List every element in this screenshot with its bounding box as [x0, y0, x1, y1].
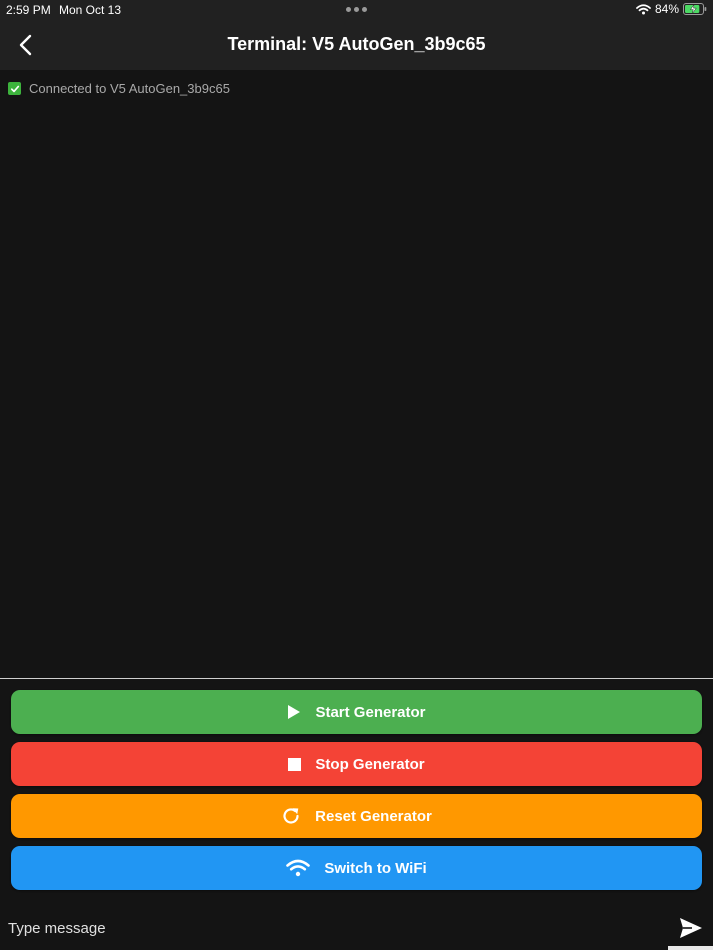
refresh-icon: [283, 808, 299, 824]
send-icon: [680, 918, 702, 938]
log-line-text: Connected to V5 AutoGen_3b9c65: [29, 81, 230, 96]
stop-generator-button[interactable]: Stop Generator: [11, 742, 702, 786]
status-bar: 2:59 PM Mon Oct 13 84%: [0, 0, 713, 20]
check-mark-icon: [8, 82, 21, 95]
wifi-icon: [286, 859, 311, 877]
message-input-row: [0, 906, 713, 950]
send-button[interactable]: [679, 917, 703, 939]
page-title: Terminal: V5 AutoGen_3b9c65: [227, 34, 486, 54]
battery-charging-icon: [683, 3, 707, 15]
message-input[interactable]: [8, 914, 648, 942]
switch-to-wifi-button[interactable]: Switch to WiFi: [11, 846, 702, 890]
start-generator-label: Start Generator: [315, 703, 426, 721]
stop-icon: [288, 757, 302, 771]
wifi-icon: [636, 3, 651, 14]
more-dots-icon[interactable]: [346, 7, 367, 12]
status-indicators: 84%: [636, 2, 707, 16]
navigation-bar: Terminal: V5 AutoGen_3b9c65: [0, 20, 713, 70]
switch-to-wifi-label: Switch to WiFi: [324, 859, 427, 877]
terminal-output: Connected to V5 AutoGen_3b9c65: [0, 70, 713, 678]
status-date: Mon Oct 13: [59, 3, 122, 17]
divider: [0, 678, 713, 679]
terminal-screen: 2:59 PM Mon Oct 13 84% Terminal: V5 Auto…: [0, 0, 713, 950]
home-indicator: [668, 946, 713, 950]
battery-percent: 84%: [654, 2, 679, 16]
stop-generator-label: Stop Generator: [315, 755, 425, 773]
log-line: Connected to V5 AutoGen_3b9c65: [8, 81, 230, 96]
reset-generator-label: Reset Generator: [315, 807, 432, 825]
reset-generator-button[interactable]: Reset Generator: [11, 794, 702, 838]
start-generator-button[interactable]: Start Generator: [11, 690, 702, 734]
play-icon: [288, 705, 301, 719]
status-time: 2:59 PM: [6, 3, 51, 17]
